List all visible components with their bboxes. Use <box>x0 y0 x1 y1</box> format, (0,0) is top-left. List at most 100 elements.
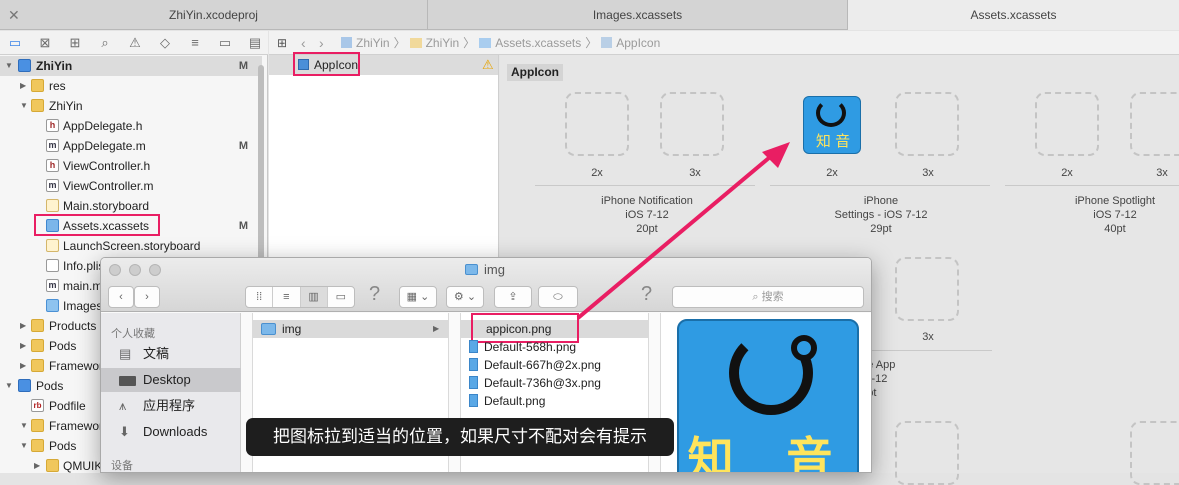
disclosure-right-icon[interactable]: ▶ <box>34 456 40 473</box>
symbol-navigator-icon[interactable]: ⊞ <box>66 34 84 52</box>
icon-slot[interactable] <box>1130 92 1179 156</box>
zoom-window-button[interactable] <box>149 264 161 276</box>
tab-images-xcassets[interactable]: Images.xcassets <box>428 0 848 30</box>
sidebar-item-applications[interactable]: ⩚ 应用程序 <box>101 394 241 418</box>
folder-icon <box>46 459 59 472</box>
test-navigator-icon[interactable]: ◇ <box>156 34 174 52</box>
project-icon <box>341 37 352 48</box>
asset-row-appicon[interactable]: AppIcon ⚠ <box>269 52 498 76</box>
list-item-file[interactable]: Default-736h@3x.png <box>469 374 601 392</box>
warning-icon[interactable]: ⚠ <box>482 57 494 73</box>
breadcrumb-item[interactable]: Assets.xcassets <box>495 36 581 50</box>
tree-row-file[interactable]: Main.storyboard <box>0 196 262 216</box>
tab-assets-xcassets[interactable]: Assets.xcassets <box>848 0 1179 30</box>
instruction-tooltip: 把图标拉到适当的位置，如果尺寸不配对会有提示 <box>246 418 674 456</box>
view-mode-control[interactable]: ⁞⁞ ≡ ▥ ▭ <box>245 286 355 308</box>
folder-icon <box>31 439 44 452</box>
report-navigator-icon[interactable]: ▤ <box>246 34 264 52</box>
sidebar-item-downloads[interactable]: ⬇ Downloads <box>101 420 241 444</box>
window-title: img <box>484 262 505 277</box>
group-by-button[interactable]: ▦ ⌄ <box>399 286 437 308</box>
project-navigator-icon[interactable]: ▭ <box>6 34 24 52</box>
disclosure-right-icon[interactable]: ▶ <box>20 316 26 336</box>
icon-slot[interactable] <box>895 421 959 485</box>
back-button[interactable]: ‹ <box>108 286 134 308</box>
navigator-scrollbar[interactable] <box>258 65 264 285</box>
group-label-spotlight: iPhone Spotlight iOS 7-12 40pt <box>1015 194 1179 236</box>
minimize-window-button[interactable] <box>129 264 141 276</box>
disclosure-down-icon[interactable]: ▼ <box>5 56 13 76</box>
issue-navigator-icon[interactable]: ⚠ <box>126 34 144 52</box>
disclosure-right-icon[interactable]: ▶ <box>20 336 26 356</box>
find-navigator-icon[interactable]: ⌕ <box>96 34 114 52</box>
group-divider <box>770 185 990 186</box>
breadcrumb-separator-icon: 〉 <box>463 36 476 50</box>
breakpoint-navigator-icon[interactable]: ▭ <box>216 34 234 52</box>
debug-navigator-icon[interactable]: ≡ <box>186 34 204 52</box>
icon-slot[interactable] <box>1035 92 1099 156</box>
folder-icon <box>31 79 44 92</box>
list-item-img-folder[interactable]: img ▶ <box>253 320 448 338</box>
breadcrumb-item[interactable]: ZhiYin <box>426 36 460 50</box>
microphone-icon <box>816 99 846 127</box>
list-item-file[interactable]: Default.png <box>469 392 545 410</box>
close-icon[interactable]: ✕ <box>8 0 20 30</box>
scale-label: 3x <box>922 167 934 179</box>
list-item-file[interactable]: Default-667h@2x.png <box>469 356 601 374</box>
modified-badge: M <box>238 140 248 152</box>
disclosure-down-icon[interactable]: ▼ <box>20 436 28 456</box>
folder-icon <box>261 323 276 335</box>
tree-row-folder[interactable]: ▶ res <box>0 76 262 96</box>
preview-pane: 知 音 <box>661 313 871 472</box>
appicon-preview[interactable]: 知 音 <box>677 319 859 472</box>
share-button[interactable]: ⇪ <box>494 286 532 308</box>
disclosure-down-icon[interactable]: ▼ <box>5 376 13 396</box>
gallery-view-icon[interactable]: ▭ <box>328 287 354 307</box>
tree-row-file[interactable]: LaunchScreen.storyboard <box>0 236 262 256</box>
disclosure-right-icon[interactable]: ▶ <box>20 356 26 376</box>
disclosure-down-icon[interactable]: ▼ <box>20 96 28 116</box>
tree-label: ZhiYin <box>36 59 73 73</box>
tree-row-assets[interactable]: Assets.xcassets M <box>0 214 262 236</box>
sidebar-item-documents[interactable]: ▤ 文稿 <box>101 342 241 366</box>
tree-row-file[interactable]: h AppDelegate.h <box>0 116 262 136</box>
png-file-icon <box>469 340 478 353</box>
tree-label: AppDelegate.h <box>63 119 143 133</box>
tree-row-file[interactable]: m ViewController.m <box>0 176 262 196</box>
source-control-icon[interactable]: ⊠ <box>36 34 54 52</box>
sidebar-item-label: Downloads <box>143 424 208 439</box>
disclosure-right-icon[interactable]: ▶ <box>20 76 26 96</box>
forward-button[interactable]: › <box>134 286 160 308</box>
app-icon-image[interactable]: 知 音 <box>803 96 861 154</box>
list-view-icon[interactable]: ≡ <box>273 287 301 307</box>
disclosure-down-icon[interactable]: ▼ <box>20 416 28 436</box>
tree-row-folder[interactable]: ▼ ZhiYin <box>0 96 262 116</box>
tree-row-file[interactable]: m AppDelegate.m M <box>0 136 262 156</box>
tree-label: Images <box>63 299 103 313</box>
file-name: Default-736h@3x.png <box>484 376 601 390</box>
breadcrumb-item[interactable]: ZhiYin <box>356 36 390 50</box>
action-gear-button[interactable]: ⚙ ⌄ <box>446 286 484 308</box>
icon-slot[interactable] <box>895 92 959 156</box>
list-item-file[interactable]: Default-568h.png <box>469 338 576 356</box>
column-view-icon[interactable]: ▥ <box>300 287 328 307</box>
icon-slot[interactable] <box>1130 421 1179 485</box>
png-file-icon <box>469 394 478 407</box>
icon-slot[interactable] <box>895 257 959 321</box>
modified-badge: M <box>238 60 248 72</box>
help-icon[interactable]: ? <box>369 283 380 306</box>
sidebar-item-desktop[interactable]: Desktop <box>101 368 241 392</box>
storyboard-icon <box>46 239 59 252</box>
file-name: img <box>282 322 302 336</box>
tree-row-project[interactable]: ▼ ZhiYin M <box>0 56 262 76</box>
tree-label: Pods <box>49 439 77 453</box>
tree-row-file[interactable]: h ViewController.h <box>0 156 262 176</box>
back-chevron-icon[interactable]: ‹ <box>301 35 319 51</box>
tab-zhiyin-xcodeproj[interactable]: ✕ ZhiYin.xcodeproj <box>0 0 428 30</box>
icon-view-icon[interactable]: ⁞⁞ <box>246 287 274 307</box>
close-window-button[interactable] <box>109 264 121 276</box>
forward-chevron-icon[interactable]: › <box>319 35 341 51</box>
grid-icon[interactable]: ⊞ <box>277 36 297 50</box>
breadcrumb-item[interactable]: AppIcon <box>616 36 660 50</box>
tree-label: LaunchScreen.storyboard <box>63 239 201 253</box>
